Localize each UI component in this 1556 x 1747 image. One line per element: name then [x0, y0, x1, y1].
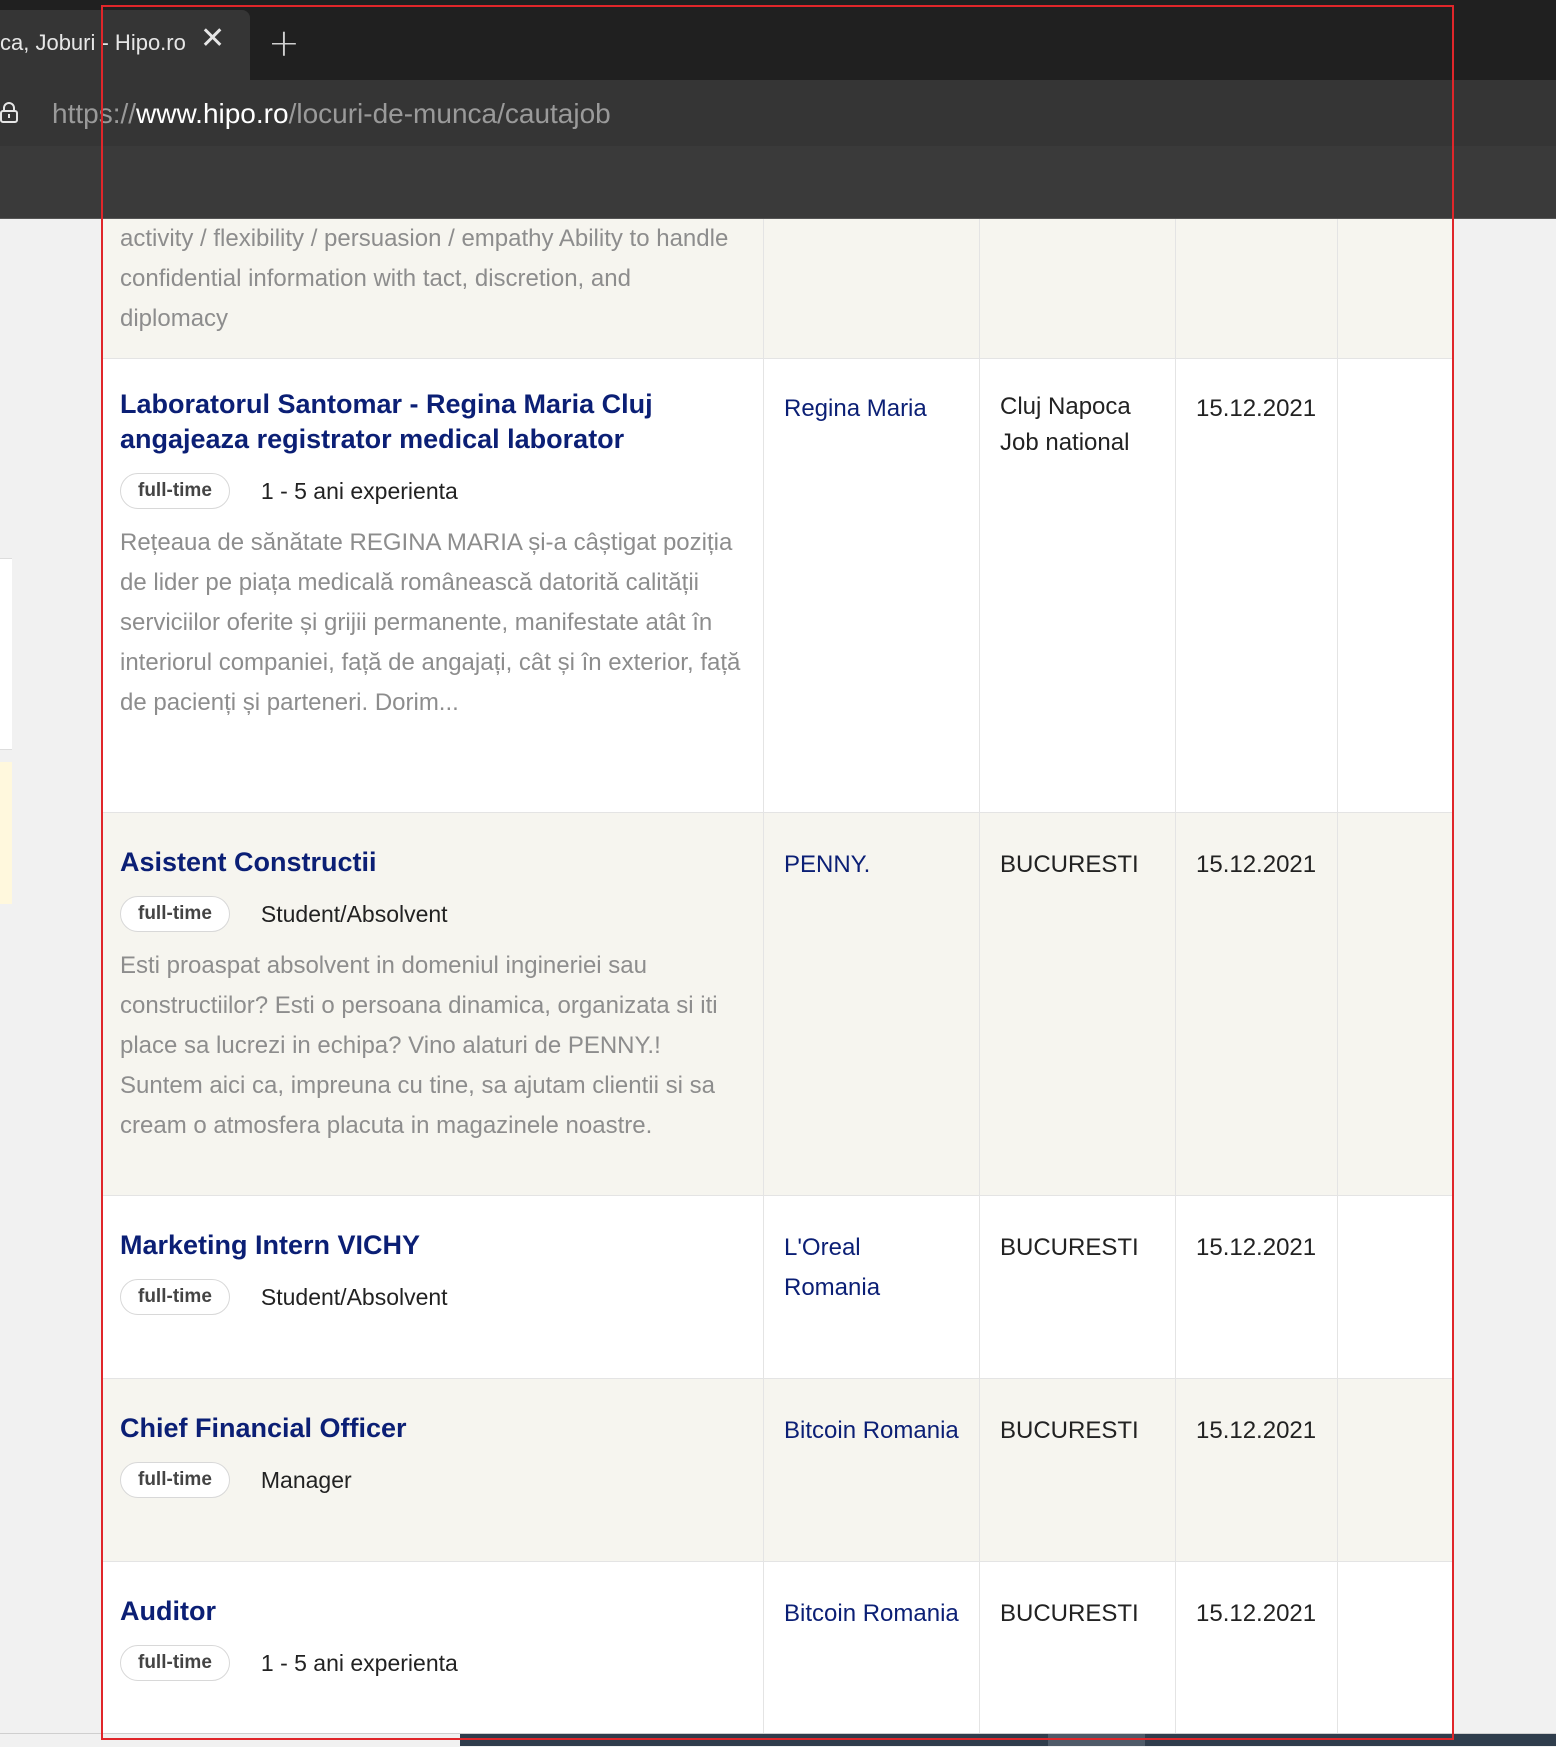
job-description: Rețeaua de sănătate REGINA MARIA și-a câ… — [120, 529, 741, 716]
job-date: 15.12.2021 — [1196, 1600, 1317, 1627]
job-location: Cluj Napoca — [1000, 393, 1131, 420]
job-main-cell: Chief Financial Officer full-time Manage… — [101, 1379, 764, 1561]
location-cell: BUCURESTI — [980, 1196, 1176, 1378]
location-cell: Cluj Napoca Job national — [980, 359, 1176, 812]
job-list: interpersonal, presentation and communic… — [101, 219, 1454, 1745]
action-cell — [1338, 1379, 1454, 1561]
job-meta: full-time Manager — [120, 1462, 743, 1498]
date-cell: 15.12.2021 — [1176, 1379, 1338, 1561]
scrollbar-track[interactable] — [460, 1734, 1556, 1746]
location-cell: BUCURESTI — [980, 813, 1176, 1195]
job-location: BUCURESTI — [1000, 1234, 1139, 1261]
job-experience: Student/Absolvent — [260, 900, 448, 927]
job-experience: 1 - 5 ani experienta — [260, 477, 458, 504]
location-cell: BUCURESTI — [980, 1562, 1176, 1744]
job-meta: full-time Student/Absolvent — [120, 896, 743, 932]
job-meta: full-time 1 - 5 ani experienta — [120, 1645, 743, 1681]
scrollbar-thumb[interactable] — [1048, 1734, 1145, 1746]
job-experience: 1 - 5 ani experienta — [260, 1649, 458, 1676]
job-date: 15.12.2021 — [1196, 1417, 1317, 1444]
job-type-badge: full-time — [120, 1645, 230, 1681]
company-cell: Bitcoin Romania — [764, 1562, 980, 1744]
job-location: BUCURESTI — [1000, 1600, 1139, 1627]
job-experience: Student/Absolvent — [260, 1283, 448, 1310]
job-main-cell: Laboratorul Santomar - Regina Maria Cluj… — [101, 359, 764, 812]
date-cell — [1176, 219, 1338, 358]
job-experience: Manager — [260, 1466, 352, 1493]
job-location-secondary: Job national — [1000, 429, 1130, 456]
job-row: Asistent Constructii full-time Student/A… — [101, 813, 1454, 1196]
job-title-link[interactable]: Asistent Constructii — [120, 845, 743, 880]
company-cell — [764, 219, 980, 358]
tab-strip: ca, Joburi - Hipo.ro ✕ + — [0, 0, 1556, 80]
job-title-link[interactable]: Marketing Intern VICHY — [120, 1228, 743, 1263]
new-tab-button[interactable]: + — [268, 24, 300, 62]
action-cell — [1338, 1562, 1454, 1744]
job-type-badge: full-time — [120, 896, 230, 932]
job-date: 15.12.2021 — [1196, 395, 1317, 422]
date-cell: 15.12.2021 — [1176, 813, 1338, 1195]
location-cell — [980, 219, 1176, 358]
action-cell — [1338, 219, 1454, 358]
action-cell — [1338, 1196, 1454, 1378]
browser-tab[interactable]: ca, Joburi - Hipo.ro ✕ — [0, 10, 250, 80]
job-description: Esti proaspat absolvent in domeniul ingi… — [120, 952, 718, 1139]
close-icon[interactable]: ✕ — [200, 24, 225, 54]
company-cell: Regina Maria — [764, 359, 980, 812]
job-title-link[interactable]: Chief Financial Officer — [120, 1411, 743, 1446]
company-link[interactable]: L'Oreal Romania — [784, 1228, 959, 1308]
job-meta: full-time Student/Absolvent — [120, 1279, 743, 1315]
company-cell: L'Oreal Romania — [764, 1196, 980, 1378]
job-description: interpersonal, presentation and communic… — [120, 225, 729, 332]
address-bar[interactable]: https://www.hipo.ro/locuri-de-munca/caut… — [0, 80, 1556, 146]
url-domain: www.hipo.ro — [136, 98, 289, 129]
job-row: Marketing Intern VICHY full-time Student… — [101, 1196, 1454, 1379]
job-row: Auditor full-time 1 - 5 ani experienta B… — [101, 1562, 1454, 1745]
job-main-cell: interpersonal, presentation and communic… — [101, 219, 764, 358]
job-location: BUCURESTI — [1000, 1417, 1139, 1444]
lock-icon — [0, 102, 18, 123]
side-panel — [0, 558, 12, 750]
company-cell: PENNY. — [764, 813, 980, 1195]
company-link[interactable]: Bitcoin Romania — [784, 1411, 959, 1451]
action-cell — [1338, 359, 1454, 812]
date-cell: 15.12.2021 — [1176, 359, 1338, 812]
location-cell: BUCURESTI — [980, 1379, 1176, 1561]
job-row: interpersonal, presentation and communic… — [101, 219, 1454, 359]
job-type-badge: full-time — [120, 1462, 230, 1498]
company-cell: Bitcoin Romania — [764, 1379, 980, 1561]
url-text[interactable]: https://www.hipo.ro/locuri-de-munca/caut… — [52, 98, 611, 130]
job-main-cell: Asistent Constructii full-time Student/A… — [101, 813, 764, 1195]
side-highlight — [0, 762, 12, 904]
job-date: 15.12.2021 — [1196, 1234, 1317, 1261]
job-title-link[interactable]: Auditor — [120, 1594, 743, 1629]
job-row: Laboratorul Santomar - Regina Maria Cluj… — [101, 359, 1454, 813]
job-meta: full-time 1 - 5 ani experienta — [120, 473, 743, 509]
company-link[interactable]: Bitcoin Romania — [784, 1594, 959, 1634]
job-row: Chief Financial Officer full-time Manage… — [101, 1379, 1454, 1562]
url-path: /locuri-de-munca/cautajob — [288, 98, 611, 129]
date-cell: 15.12.2021 — [1176, 1196, 1338, 1378]
job-title-link[interactable]: Laboratorul Santomar - Regina Maria Cluj… — [120, 387, 743, 457]
job-type-badge: full-time — [120, 1279, 230, 1315]
page-content: interpersonal, presentation and communic… — [0, 219, 1556, 1746]
tab-title: ca, Joburi - Hipo.ro — [0, 30, 186, 55]
job-date: 15.12.2021 — [1196, 851, 1317, 878]
bookmarks-bar — [0, 146, 1556, 219]
job-type-badge: full-time — [120, 473, 230, 509]
url-scheme: https:// — [52, 98, 137, 129]
job-main-cell: Marketing Intern VICHY full-time Student… — [101, 1196, 764, 1378]
company-link[interactable]: PENNY. — [784, 845, 959, 885]
action-cell — [1338, 813, 1454, 1195]
job-main-cell: Auditor full-time 1 - 5 ani experienta — [101, 1562, 764, 1744]
company-link[interactable]: Regina Maria — [784, 389, 959, 429]
job-location: BUCURESTI — [1000, 851, 1139, 878]
date-cell: 15.12.2021 — [1176, 1562, 1338, 1744]
